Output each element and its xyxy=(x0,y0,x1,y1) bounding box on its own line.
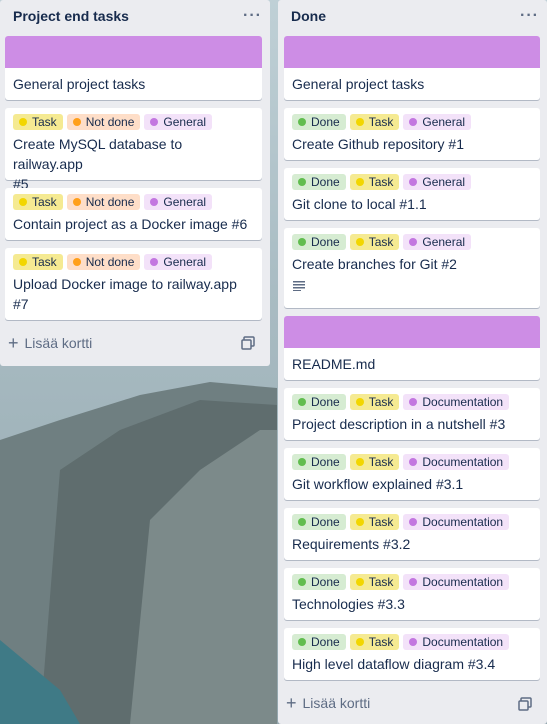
card[interactable]: Done Task Documentation Requirements #3.… xyxy=(284,508,540,560)
card-readme[interactable]: README.md xyxy=(284,316,540,380)
label-done[interactable]: Done xyxy=(292,174,346,190)
label-task[interactable]: Task xyxy=(349,394,400,410)
card[interactable]: Done Task Documentation High level dataf… xyxy=(284,628,540,680)
ellipsis-icon[interactable]: ··· xyxy=(520,7,539,25)
card-general-project-tasks[interactable]: General project tasks xyxy=(284,36,540,100)
card[interactable]: Task Not done General Contain project as… xyxy=(5,188,262,240)
card-labels: Task Not done General xyxy=(5,108,262,130)
label-done[interactable]: Done xyxy=(292,234,346,250)
card[interactable]: Done Task General Git clone to local #1.… xyxy=(284,168,540,220)
label-task[interactable]: Task xyxy=(13,194,63,210)
plus-icon: + xyxy=(8,333,19,353)
label-done[interactable]: Done xyxy=(292,114,346,130)
label-done[interactable]: Done xyxy=(292,514,346,530)
label-done[interactable]: Done xyxy=(292,454,346,470)
card-labels: Done Task Documentation xyxy=(284,628,540,650)
card-title: High level dataflow diagram #3.4 xyxy=(292,656,496,672)
card-labels: Done Task General xyxy=(284,228,540,250)
card-title: General project tasks xyxy=(292,76,425,92)
list-title[interactable]: Project end tasks xyxy=(13,8,129,24)
card[interactable]: Done Task Documentation Technologies #3.… xyxy=(284,568,540,620)
card[interactable]: Done Task Documentation Git workflow exp… xyxy=(284,448,540,500)
card-cover xyxy=(5,36,262,68)
label-task[interactable]: Task xyxy=(349,634,400,650)
card-labels: Done Task General xyxy=(284,108,540,130)
label-not-done[interactable]: Not done xyxy=(66,194,141,210)
card[interactable]: Task Not done General Create MySQL datab… xyxy=(5,108,262,192)
list-done: Done ··· General project tasks Done Task… xyxy=(278,0,547,724)
card-cover xyxy=(284,36,540,68)
add-card-label: Lisää kortti xyxy=(302,695,371,711)
card-title: Upload Docker image to railway.app #7 xyxy=(13,276,237,312)
add-card-button[interactable]: + Lisää kortti xyxy=(286,693,371,713)
label-documentation[interactable]: Documentation xyxy=(403,454,510,470)
card-template-icon[interactable] xyxy=(241,336,255,355)
plus-icon: + xyxy=(286,693,297,713)
card-title: Create Github repository #1 xyxy=(292,136,464,152)
label-done[interactable]: Done xyxy=(292,574,346,590)
label-general[interactable]: General xyxy=(403,174,472,190)
card-title: Technologies #3.3 xyxy=(292,596,405,612)
card-labels: Task Not done General xyxy=(5,248,262,270)
label-documentation[interactable]: Documentation xyxy=(403,574,510,590)
add-card-label: Lisää kortti xyxy=(24,335,93,351)
label-general[interactable]: General xyxy=(403,234,472,250)
card-template-icon[interactable] xyxy=(518,697,532,716)
card-title: Git clone to local #1.1 xyxy=(292,196,427,212)
card-labels: Done Task Documentation xyxy=(284,508,540,530)
label-done[interactable]: Done xyxy=(292,394,346,410)
card[interactable]: Done Task General Create Github reposito… xyxy=(284,108,540,160)
card-labels: Done Task Documentation xyxy=(284,568,540,590)
card-title: Requirements #3.2 xyxy=(292,536,411,552)
label-general[interactable]: General xyxy=(403,114,472,130)
label-task[interactable]: Task xyxy=(349,454,400,470)
label-task[interactable]: Task xyxy=(349,574,400,590)
label-not-done[interactable]: Not done xyxy=(66,254,141,270)
list-header: Done ··· xyxy=(278,0,547,32)
card-title: General project tasks xyxy=(13,76,146,92)
label-task[interactable]: Task xyxy=(13,114,63,130)
label-not-done[interactable]: Not done xyxy=(66,114,141,130)
list-header: Project end tasks ··· xyxy=(0,0,270,32)
label-task[interactable]: Task xyxy=(13,254,63,270)
label-task[interactable]: Task xyxy=(349,234,400,250)
card-labels: Done Task General xyxy=(284,168,540,190)
card-title: Contain project as a Docker image #6 xyxy=(13,216,248,232)
label-documentation[interactable]: Documentation xyxy=(403,394,510,410)
label-task[interactable]: Task xyxy=(349,174,400,190)
label-documentation[interactable]: Documentation xyxy=(403,634,510,650)
label-general[interactable]: General xyxy=(144,114,213,130)
ellipsis-icon[interactable]: ··· xyxy=(243,7,262,25)
card-title: Create MySQL database to railway.app #5 xyxy=(13,136,183,192)
card-general-project-tasks[interactable]: General project tasks xyxy=(5,36,262,100)
label-general[interactable]: General xyxy=(144,194,213,210)
description-icon xyxy=(284,274,540,296)
card-cover xyxy=(284,316,540,348)
list-title[interactable]: Done xyxy=(291,8,326,24)
card-labels: Done Task Documentation xyxy=(284,448,540,470)
label-general[interactable]: General xyxy=(144,254,213,270)
card[interactable]: Done Task Documentation Project descript… xyxy=(284,388,540,440)
card-title: Project description in a nutshell #3 xyxy=(292,416,506,432)
list-project-end-tasks: Project end tasks ··· General project ta… xyxy=(0,0,270,366)
card-title: Git workflow explained #3.1 xyxy=(292,476,464,492)
card-labels: Task Not done General xyxy=(5,188,262,210)
card-labels: Done Task Documentation xyxy=(284,388,540,410)
card[interactable]: Task Not done General Upload Docker imag… xyxy=(5,248,262,320)
card-title: Create branches for Git #2 xyxy=(292,256,457,272)
label-done[interactable]: Done xyxy=(292,634,346,650)
label-task[interactable]: Task xyxy=(349,114,400,130)
label-task[interactable]: Task xyxy=(349,514,400,530)
card-title: README.md xyxy=(292,356,376,372)
label-documentation[interactable]: Documentation xyxy=(403,514,510,530)
add-card-button[interactable]: + Lisää kortti xyxy=(8,333,93,353)
card[interactable]: Done Task General Create branches for Gi… xyxy=(284,228,540,308)
